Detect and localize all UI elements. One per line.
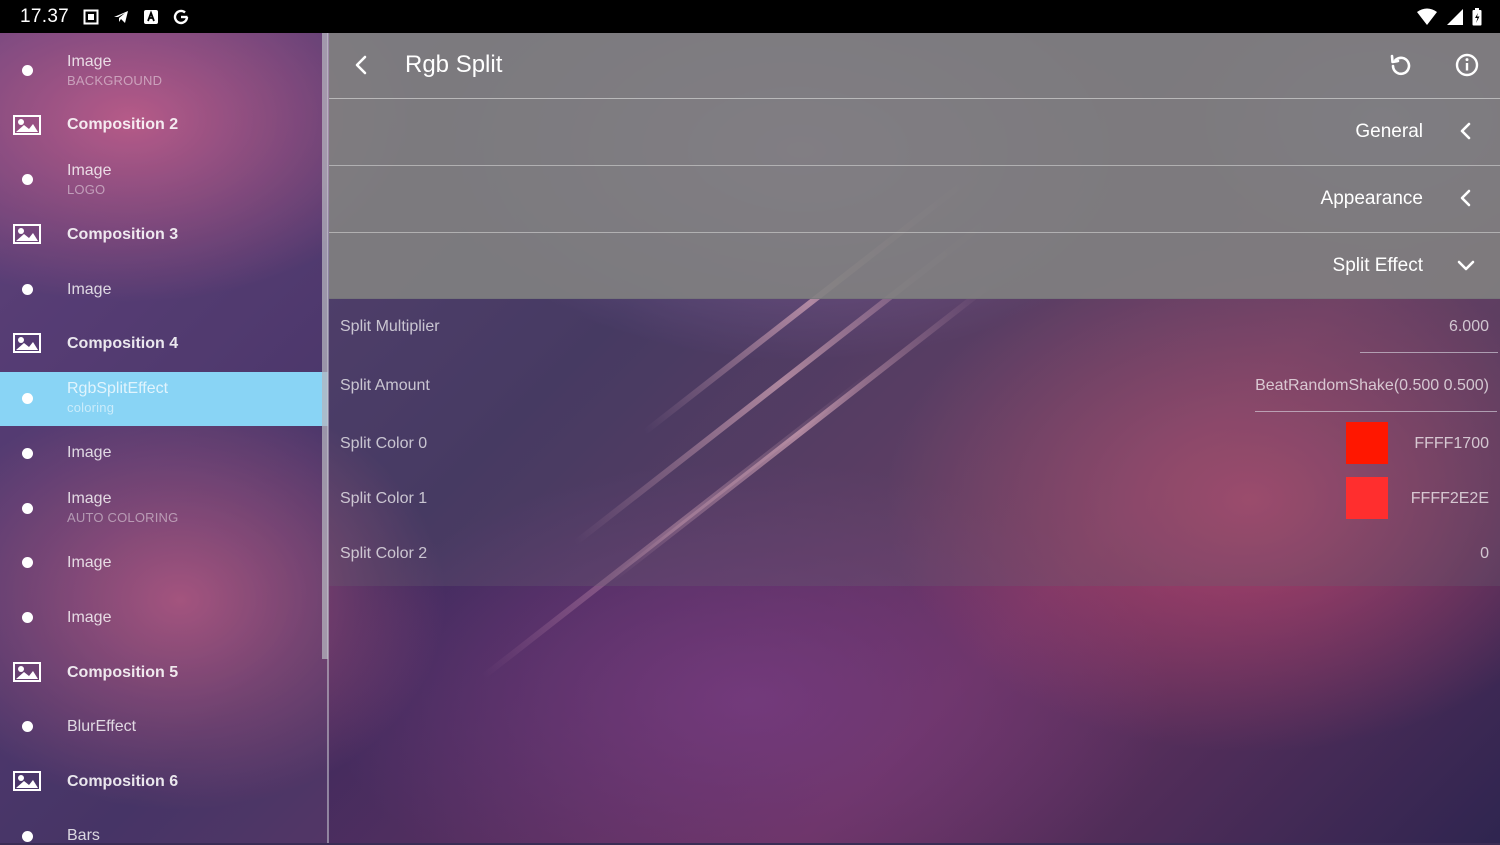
layer-title: Image — [67, 444, 112, 461]
section-general[interactable]: General — [329, 99, 1500, 166]
layer-item-image-logo[interactable]: Image LOGO — [0, 145, 328, 215]
layer-subtitle: AUTO COLORING — [67, 510, 179, 525]
image-composition-icon — [13, 224, 41, 244]
split-color-1-swatch[interactable] — [1346, 477, 1388, 519]
chevron-left-icon — [1460, 189, 1471, 207]
layer-dot-icon — [22, 612, 33, 623]
layer-title: Image — [67, 281, 112, 298]
split-color-1-value[interactable]: FFFF2E2E — [1411, 490, 1489, 508]
layer-dot-icon — [22, 503, 33, 514]
section-appearance[interactable]: Appearance — [329, 166, 1500, 233]
layer-item-bars[interactable]: Bars — [0, 811, 328, 844]
layer-title: Composition 6 — [67, 773, 179, 790]
split-color-2-label: Split Color 2 — [340, 545, 428, 562]
layer-title: Bars — [67, 827, 100, 844]
split-color-2-value[interactable]: 0 — [1480, 545, 1489, 563]
layer-subtitle: BACKGROUND — [67, 73, 163, 88]
layer-subtitle: LOGO — [67, 182, 106, 197]
layer-item-composition-4[interactable]: Composition 4 — [0, 324, 328, 364]
layer-title: Composition 3 — [67, 226, 179, 243]
split-effect-properties: Split Multiplier 6.000 Split Amount Beat… — [329, 298, 1500, 586]
layer-item-image-auto-coloring[interactable]: Image AUTO COLORING — [0, 479, 328, 539]
layer-title: Image — [67, 609, 112, 626]
layer-list-sidebar: Image BACKGROUND Composition 2 Image LOG… — [0, 33, 329, 844]
battery-icon — [1472, 7, 1482, 25]
split-color-0-value[interactable]: FFFF1700 — [1414, 435, 1489, 453]
screenshot-icon — [83, 9, 99, 24]
layer-item-image[interactable]: Image — [0, 594, 328, 644]
info-button[interactable] — [1453, 51, 1481, 79]
image-composition-icon — [13, 771, 41, 791]
split-amount-underline — [1255, 411, 1497, 412]
split-amount-label: Split Amount — [340, 377, 430, 394]
layer-dot-icon — [22, 557, 33, 568]
layer-dot-icon — [22, 393, 33, 404]
layer-dot-icon — [22, 448, 33, 459]
image-composition-icon — [13, 115, 41, 135]
layer-subtitle: coloring — [67, 400, 115, 415]
refresh-button[interactable] — [1387, 51, 1415, 79]
section-split-effect-label: Split Effect — [1332, 255, 1423, 276]
layer-item-composition-6[interactable]: Composition 6 — [0, 762, 328, 802]
layer-item-image[interactable]: Image — [0, 539, 328, 589]
a-badge-icon — [144, 9, 159, 24]
signal-icon — [1447, 8, 1463, 25]
split-color-0-swatch[interactable] — [1346, 422, 1388, 464]
layer-item-composition-2[interactable]: Composition 2 — [0, 105, 328, 145]
google-icon — [173, 9, 189, 24]
layer-title: Image — [67, 162, 112, 179]
back-button[interactable] — [347, 51, 375, 79]
split-amount-field[interactable]: BeatRandomShake(0.500 0.500) — [1255, 377, 1489, 395]
layer-item-composition-3[interactable]: Composition 3 — [0, 215, 328, 255]
layer-dot-icon — [22, 721, 33, 732]
layer-dot-icon — [22, 65, 33, 76]
layer-title: Composition 4 — [67, 335, 179, 352]
layer-title: Composition 2 — [67, 116, 179, 133]
layer-title: Composition 5 — [67, 664, 179, 681]
layer-dot-icon — [22, 284, 33, 295]
telegram-icon — [114, 10, 129, 23]
chevron-down-icon — [1457, 260, 1475, 271]
top-toolbar: Rgb Split — [329, 33, 1500, 99]
section-appearance-label: Appearance — [1320, 188, 1423, 209]
section-general-label: General — [1355, 121, 1423, 142]
page-title: Rgb Split — [405, 51, 503, 78]
split-multiplier-label: Split Multiplier — [340, 318, 440, 335]
layer-item-composition-5[interactable]: Composition 5 — [0, 653, 328, 693]
layer-item-image-background[interactable]: Image BACKGROUND — [0, 33, 328, 105]
split-multiplier-underline — [1360, 352, 1498, 353]
split-color-1-label: Split Color 1 — [340, 490, 428, 507]
image-composition-icon — [13, 662, 41, 682]
status-time: 17.37 — [20, 5, 70, 27]
layer-dot-icon — [22, 831, 33, 842]
split-color-0-label: Split Color 0 — [340, 435, 428, 452]
wifi-icon — [1417, 8, 1437, 25]
layer-dot-icon — [22, 174, 33, 185]
layer-title: Image — [67, 490, 112, 507]
layer-title: BlurEffect — [67, 718, 137, 735]
layer-item-rgbspliteffect-selected[interactable]: RgbSplitEffect coloring — [0, 372, 328, 426]
chevron-left-icon — [1460, 122, 1471, 140]
layer-item-blureffect[interactable]: BlurEffect — [0, 702, 328, 752]
layer-item-image[interactable]: Image — [0, 265, 328, 315]
status-bar: 17.37 — [0, 0, 1500, 33]
layer-title: RgbSplitEffect — [67, 380, 169, 397]
layer-title: Image — [67, 554, 112, 571]
layer-item-image[interactable]: Image — [0, 429, 328, 479]
effect-settings-panel: Rgb Split General Appearance Split Effec… — [329, 33, 1500, 843]
layer-title: Image — [67, 53, 112, 70]
image-composition-icon — [13, 333, 41, 353]
split-multiplier-field[interactable]: 6.000 — [1449, 318, 1489, 336]
section-split-effect[interactable]: Split Effect — [329, 233, 1500, 299]
